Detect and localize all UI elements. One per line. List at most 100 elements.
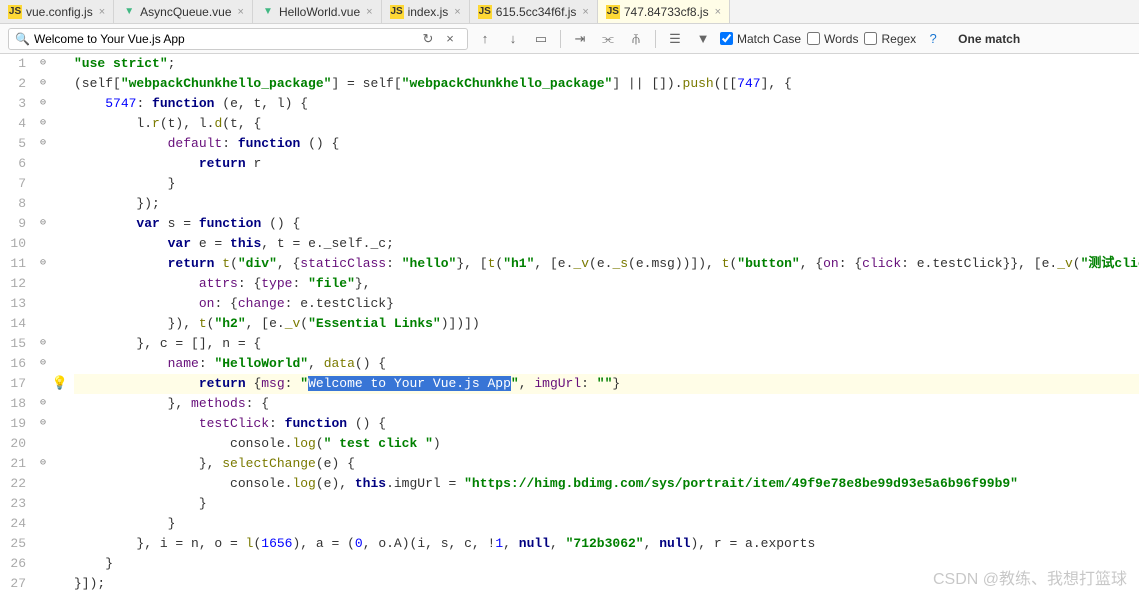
close-icon[interactable]: ×: [238, 6, 244, 18]
fold-toggle[interactable]: ⊖: [36, 74, 50, 94]
intention-bulb-icon: [50, 54, 70, 74]
code-area[interactable]: "use strict";(self["webpackChunkhello_pa…: [70, 54, 1139, 597]
close-icon[interactable]: ×: [99, 6, 105, 18]
code-editor[interactable]: 1234567891011121314151617181920212223242…: [0, 54, 1139, 597]
regex-checkbox[interactable]: Regex: [864, 32, 916, 46]
line-number: 18: [0, 394, 26, 414]
next-match-button[interactable]: ↓: [502, 28, 524, 50]
code-line[interactable]: }: [74, 494, 1139, 514]
code-line[interactable]: (self["webpackChunkhello_package"] = sel…: [74, 74, 1139, 94]
close-icon[interactable]: ×: [366, 6, 372, 18]
code-line[interactable]: testClick: function () {: [74, 414, 1139, 434]
fold-toggle[interactable]: ⊖: [36, 454, 50, 474]
code-line[interactable]: name: "HelloWorld", data() {: [74, 354, 1139, 374]
add-selection-icon[interactable]: ⇥: [569, 28, 591, 50]
code-line[interactable]: }, selectChange(e) {: [74, 454, 1139, 474]
match-case-checkbox[interactable]: Match Case: [720, 32, 801, 46]
editor-tab[interactable]: ▼AsyncQueue.vue×: [114, 0, 253, 23]
fold-toggle[interactable]: ⊖: [36, 354, 50, 374]
code-line[interactable]: attrs: {type: "file"},: [74, 274, 1139, 294]
editor-tab[interactable]: JSindex.js×: [382, 0, 470, 23]
line-number: 13: [0, 294, 26, 314]
words-checkbox[interactable]: Words: [807, 32, 858, 46]
code-line[interactable]: on: {change: e.testClick}: [74, 294, 1139, 314]
code-line[interactable]: var s = function () {: [74, 214, 1139, 234]
code-line[interactable]: return r: [74, 154, 1139, 174]
code-line[interactable]: }, methods: {: [74, 394, 1139, 414]
separator: [655, 30, 656, 48]
intention-bulb-icon: [50, 134, 70, 154]
code-line[interactable]: console.log(" test click "): [74, 434, 1139, 454]
fold-toggle: [36, 574, 50, 594]
code-line[interactable]: }: [74, 554, 1139, 574]
export-icon[interactable]: ☰: [664, 28, 686, 50]
line-number: 4: [0, 114, 26, 134]
close-icon[interactable]: ×: [715, 6, 721, 18]
fold-toggle[interactable]: ⊖: [36, 254, 50, 274]
tab-label: 615.5cc34f6f.js: [496, 5, 577, 19]
history-icon[interactable]: ↻: [417, 28, 439, 50]
line-number: 9: [0, 214, 26, 234]
editor-tab[interactable]: JS615.5cc34f6f.js×: [470, 0, 598, 23]
close-icon[interactable]: ×: [454, 6, 460, 18]
code-line[interactable]: }: [74, 514, 1139, 534]
line-number: 6: [0, 154, 26, 174]
select-all-icon[interactable]: ▭: [530, 28, 552, 50]
code-line[interactable]: return t("div", {staticClass: "hello"}, …: [74, 254, 1139, 274]
fold-toggle[interactable]: ⊖: [36, 94, 50, 114]
line-number: 22: [0, 474, 26, 494]
fold-toggle[interactable]: ⊖: [36, 134, 50, 154]
code-line[interactable]: var e = this, t = e._self._c;: [74, 234, 1139, 254]
intention-bulb-icon: [50, 354, 70, 374]
code-line[interactable]: });: [74, 194, 1139, 214]
search-input[interactable]: [34, 32, 417, 46]
editor-tab[interactable]: JS747.84733cf8.js×: [598, 0, 730, 23]
tab-label: AsyncQueue.vue: [140, 5, 231, 19]
line-number: 20: [0, 434, 26, 454]
select-occurrences-icon[interactable]: ⫘: [597, 28, 619, 50]
intention-bulb-icon[interactable]: 💡: [50, 374, 70, 394]
line-number: 3: [0, 94, 26, 114]
intention-bulb-icon: [50, 254, 70, 274]
close-icon[interactable]: ×: [582, 6, 588, 18]
clear-search-icon[interactable]: ×: [439, 28, 461, 50]
editor-tab[interactable]: JSvue.config.js×: [0, 0, 114, 23]
fold-toggle[interactable]: ⊖: [36, 214, 50, 234]
code-line[interactable]: console.log(e), this.imgUrl = "https://h…: [74, 474, 1139, 494]
line-number: 10: [0, 234, 26, 254]
intention-bulb-icon: [50, 334, 70, 354]
fold-toggle: [36, 514, 50, 534]
line-number: 17: [0, 374, 26, 394]
code-line[interactable]: }, i = n, o = l(1656), a = (0, o.A)(i, s…: [74, 534, 1139, 554]
line-number: 8: [0, 194, 26, 214]
code-line[interactable]: }]);: [74, 574, 1139, 594]
code-line[interactable]: }, c = [], n = {: [74, 334, 1139, 354]
line-number: 7: [0, 174, 26, 194]
fold-toggle[interactable]: ⊖: [36, 54, 50, 74]
fold-toggle[interactable]: ⊖: [36, 334, 50, 354]
tab-label: index.js: [408, 5, 449, 19]
code-line[interactable]: }), t("h2", [e._v("Essential Links")])]): [74, 314, 1139, 334]
intention-column[interactable]: 💡: [50, 54, 70, 597]
filter-icon[interactable]: ▼: [692, 28, 714, 50]
editor-tab[interactable]: ▼HelloWorld.vue×: [253, 0, 382, 23]
intention-bulb-icon: [50, 214, 70, 234]
prev-match-button[interactable]: ↑: [474, 28, 496, 50]
code-line[interactable]: 5747: function (e, t, l) {: [74, 94, 1139, 114]
code-line[interactable]: return {msg: "Welcome to Your Vue.js App…: [74, 374, 1139, 394]
code-line[interactable]: l.r(t), l.d(t, {: [74, 114, 1139, 134]
fold-toggle: [36, 294, 50, 314]
help-icon[interactable]: ?: [922, 28, 944, 50]
code-line[interactable]: default: function () {: [74, 134, 1139, 154]
intention-bulb-icon: [50, 234, 70, 254]
vue-file-icon: ▼: [261, 5, 275, 19]
fold-column[interactable]: ⊖⊖⊖⊖⊖⊖⊖⊖⊖⊖⊖⊖: [36, 54, 50, 597]
intention-bulb-icon: [50, 574, 70, 594]
remove-occurrence-icon[interactable]: ⫚: [625, 28, 647, 50]
line-number: 26: [0, 554, 26, 574]
fold-toggle[interactable]: ⊖: [36, 414, 50, 434]
code-line[interactable]: "use strict";: [74, 54, 1139, 74]
fold-toggle[interactable]: ⊖: [36, 394, 50, 414]
fold-toggle[interactable]: ⊖: [36, 114, 50, 134]
code-line[interactable]: }: [74, 174, 1139, 194]
